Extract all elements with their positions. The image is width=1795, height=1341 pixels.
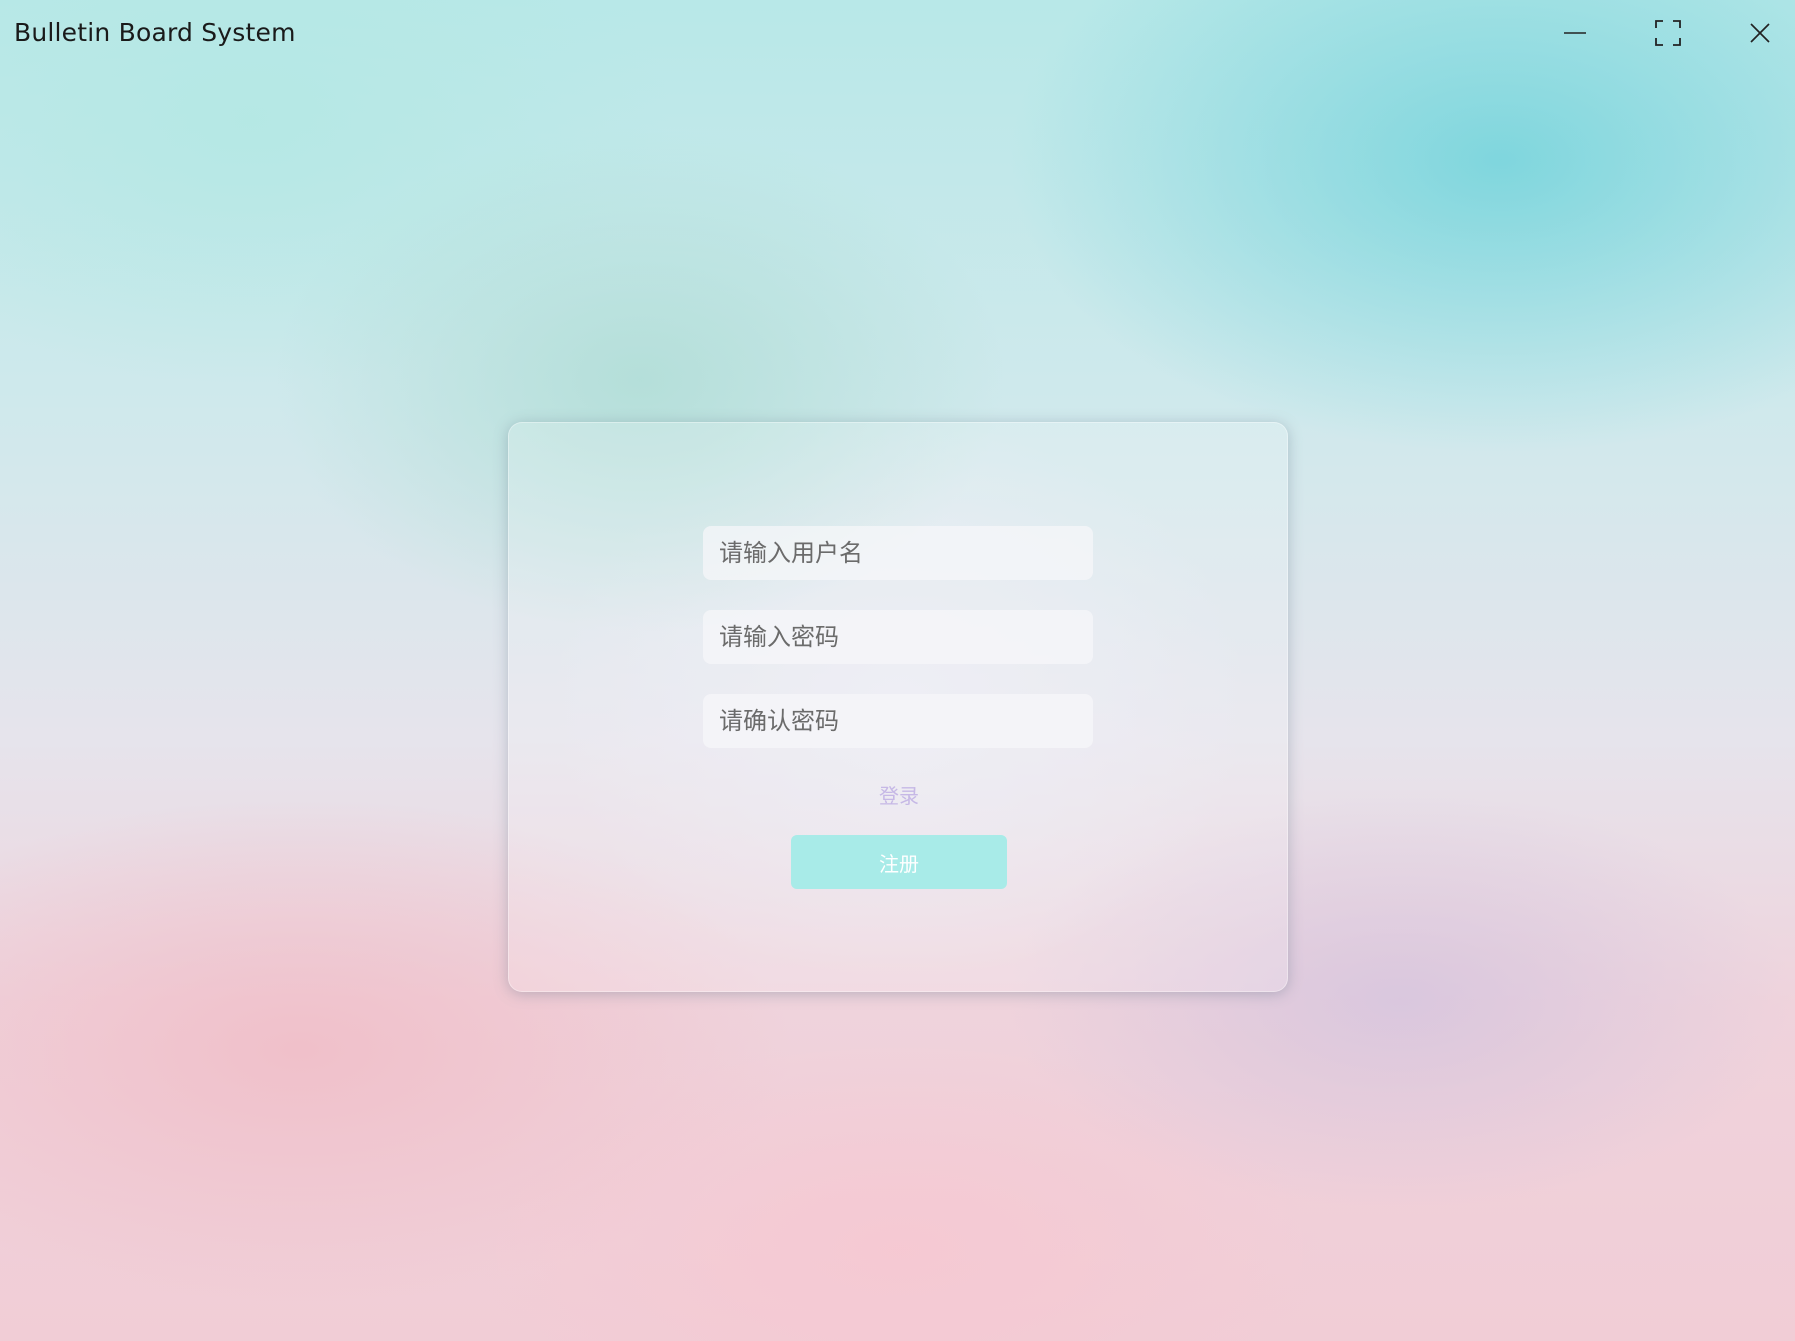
app-window: Bulletin Board System 请输入用户名 登录 注册 xyxy=(0,0,1795,1341)
confirm-password-input[interactable] xyxy=(719,694,1093,748)
maximize-button[interactable] xyxy=(1640,12,1696,54)
login-link[interactable]: 登录 xyxy=(509,780,1289,809)
maximize-icon xyxy=(1655,20,1681,46)
minimize-button[interactable] xyxy=(1547,12,1603,54)
username-field-box xyxy=(703,526,1093,580)
close-button[interactable] xyxy=(1732,12,1788,54)
window-title: Bulletin Board System xyxy=(14,18,296,47)
password-input[interactable] xyxy=(719,610,1093,664)
confirm-password-field-box xyxy=(703,694,1093,748)
register-card: 登录 注册 xyxy=(508,422,1288,992)
username-input[interactable] xyxy=(719,526,1093,580)
password-field-box xyxy=(703,610,1093,664)
close-icon xyxy=(1750,23,1770,43)
register-button[interactable]: 注册 xyxy=(791,835,1007,889)
title-bar[interactable]: Bulletin Board System xyxy=(0,0,1795,66)
minimize-icon xyxy=(1564,32,1586,34)
